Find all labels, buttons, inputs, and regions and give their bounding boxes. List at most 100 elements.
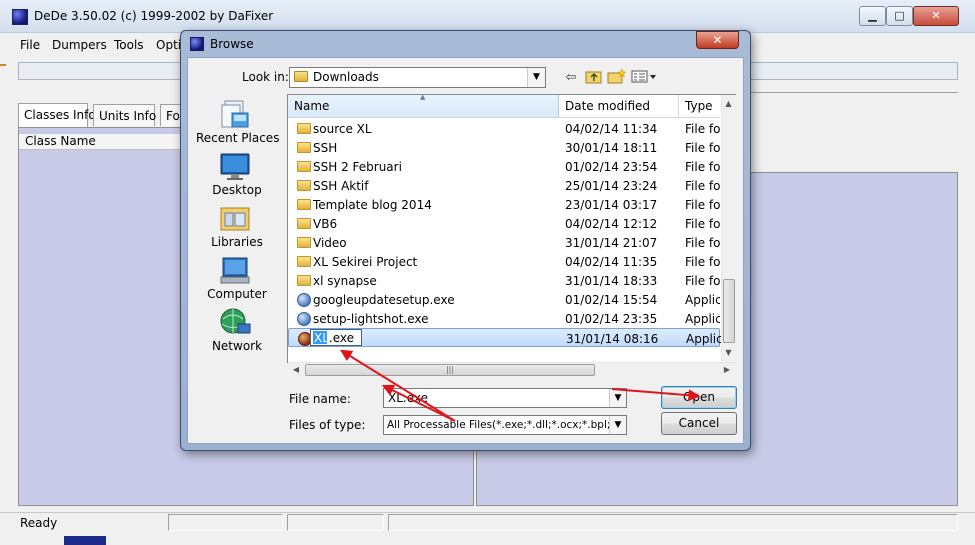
desktop-icon	[218, 152, 252, 182]
file-name: XL Sekirei Project	[313, 255, 418, 269]
rename-selected-text: XL	[314, 331, 329, 345]
downloads-folder-icon	[294, 71, 308, 82]
file-date: 23/01/14 03:17	[565, 198, 658, 212]
file-name: SSH 2 Februari	[313, 160, 402, 174]
network-globe-icon	[218, 307, 252, 337]
list-item[interactable]: SSH 30/01/14 18:11 File fol	[288, 138, 720, 157]
dede-app-icon	[12, 9, 28, 25]
up-folder-icon[interactable]	[585, 68, 603, 85]
list-item[interactable]: source XL 04/02/14 11:34 File fol	[288, 119, 720, 138]
scroll-down-icon[interactable]: ▼	[721, 345, 736, 361]
menu-dumpers[interactable]: Dumpers	[52, 38, 107, 52]
list-item[interactable]: Video 31/01/14 21:07 File fol	[288, 233, 720, 252]
back-arrow-icon[interactable]: ⇦	[562, 69, 580, 86]
horizontal-scroll-thumb[interactable]: |||	[305, 364, 595, 376]
files-of-type-select[interactable]: All Processable Files(*.exe;*.dll;*.ocx;…	[383, 415, 627, 435]
look-in-label: Look in:	[242, 70, 289, 84]
folder-icon	[297, 180, 311, 191]
place-desktop[interactable]: Desktop	[196, 152, 278, 200]
minimize-button[interactable]: ▁	[859, 6, 886, 26]
file-type: File fol	[685, 274, 720, 288]
tab-classes-info[interactable]: Classes Info	[18, 103, 96, 127]
recent-places-icon	[218, 99, 252, 129]
rename-rest-text: .exe	[328, 331, 355, 345]
file-name: SSH Aktif	[313, 179, 369, 193]
sort-ascending-icon: ▲	[420, 93, 426, 101]
status-panel	[388, 514, 958, 531]
file-name: source XL	[313, 122, 372, 136]
place-libraries[interactable]: Libraries	[196, 204, 278, 252]
place-label: Libraries	[211, 235, 263, 249]
menu-file[interactable]: File	[20, 38, 40, 52]
scroll-left-icon[interactable]: ◀	[289, 363, 303, 377]
place-network[interactable]: Network	[196, 307, 278, 355]
file-name: googleupdatesetup.exe	[313, 293, 455, 307]
application-icon	[297, 293, 311, 307]
column-header-date-modified[interactable]: Date modified	[559, 95, 679, 117]
place-computer[interactable]: Computer	[196, 256, 278, 304]
menu-options[interactable]: Opti	[156, 38, 181, 52]
file-name: VB6	[313, 217, 338, 231]
folder-icon	[297, 142, 311, 153]
file-name-label: File name:	[289, 392, 351, 406]
list-item[interactable]: XL Sekirei Project 04/02/14 11:35 File fol	[288, 252, 720, 271]
file-name: Template blog 2014	[313, 198, 432, 212]
browse-app-icon	[190, 37, 204, 51]
tab-units-info[interactable]: Units Info	[93, 104, 156, 126]
file-date: 04/02/14 11:34	[565, 122, 658, 136]
file-date: 04/02/14 12:12	[565, 217, 658, 231]
toolbar-accent-line	[0, 64, 6, 78]
rename-text[interactable]: XL.exe	[314, 331, 354, 345]
folder-icon	[297, 256, 311, 267]
files-of-type-label: Files of type:	[289, 418, 366, 432]
file-type: Applic	[686, 332, 721, 346]
place-label: Desktop	[212, 183, 262, 197]
maximize-button[interactable]: □	[886, 6, 913, 26]
folder-icon	[297, 123, 311, 134]
folder-icon	[297, 199, 311, 210]
place-recent-places[interactable]: Recent Places	[196, 99, 280, 147]
folder-icon	[297, 237, 311, 248]
list-item[interactable]: googleupdatesetup.exe 01/02/14 15:54 Appli…	[288, 290, 720, 309]
list-item[interactable]: setup-lightshot.exe 01/02/14 23:35 Applic	[288, 309, 720, 328]
file-type: Applic	[685, 293, 720, 307]
place-label: Recent Places	[196, 131, 280, 145]
file-date: 01/02/14 23:35	[565, 312, 658, 326]
list-item[interactable]: xl synapse 31/01/14 18:33 File fol	[288, 271, 720, 290]
computer-icon	[218, 256, 252, 286]
column-header-type[interactable]: Type	[679, 95, 721, 117]
chevron-down-icon[interactable]: ▼	[609, 416, 626, 434]
view-menu-icon[interactable]	[631, 68, 657, 85]
dialog-close-button[interactable]: ✕	[696, 31, 739, 49]
menu-tools[interactable]: Tools	[114, 38, 144, 52]
cancel-button[interactable]: Cancel	[661, 412, 737, 435]
file-date: 31/01/14 21:07	[565, 236, 658, 250]
list-item[interactable]: Template blog 2014 23/01/14 03:17 File fol	[288, 195, 720, 214]
libraries-icon	[218, 204, 252, 234]
open-button[interactable]: Open	[661, 386, 737, 409]
new-folder-icon[interactable]	[607, 68, 627, 85]
taskbar-fragment	[64, 536, 106, 545]
file-type: File fol	[685, 179, 720, 193]
chevron-down-icon[interactable]: ▼	[609, 389, 626, 407]
file-date: 01/02/14 23:54	[565, 160, 658, 174]
folder-icon	[297, 218, 311, 229]
vertical-scroll-thumb[interactable]	[723, 279, 735, 343]
file-name: setup-lightshot.exe	[313, 312, 429, 326]
file-date: 30/01/14 18:11	[565, 141, 658, 155]
scroll-right-icon[interactable]: ▶	[720, 363, 734, 377]
close-button[interactable]: ✕	[913, 6, 959, 26]
file-name-input[interactable]: XL.exe	[383, 388, 627, 408]
chevron-down-icon[interactable]: ▼	[527, 68, 545, 87]
file-type: File fol	[685, 217, 720, 231]
list-item[interactable]: VB6 04/02/14 12:12 File fol	[288, 214, 720, 233]
folder-icon	[297, 275, 311, 286]
file-type: File fol	[685, 198, 720, 212]
list-item[interactable]: SSH 2 Februari 01/02/14 23:54 File fol	[288, 157, 720, 176]
scroll-up-icon[interactable]: ▲	[721, 96, 736, 112]
status-text: Ready	[20, 516, 58, 530]
list-item[interactable]: SSH Aktif 25/01/14 23:24 File fol	[288, 176, 720, 195]
file-date: 01/02/14 15:54	[565, 293, 658, 307]
divider	[750, 92, 958, 93]
application-icon	[297, 312, 311, 326]
